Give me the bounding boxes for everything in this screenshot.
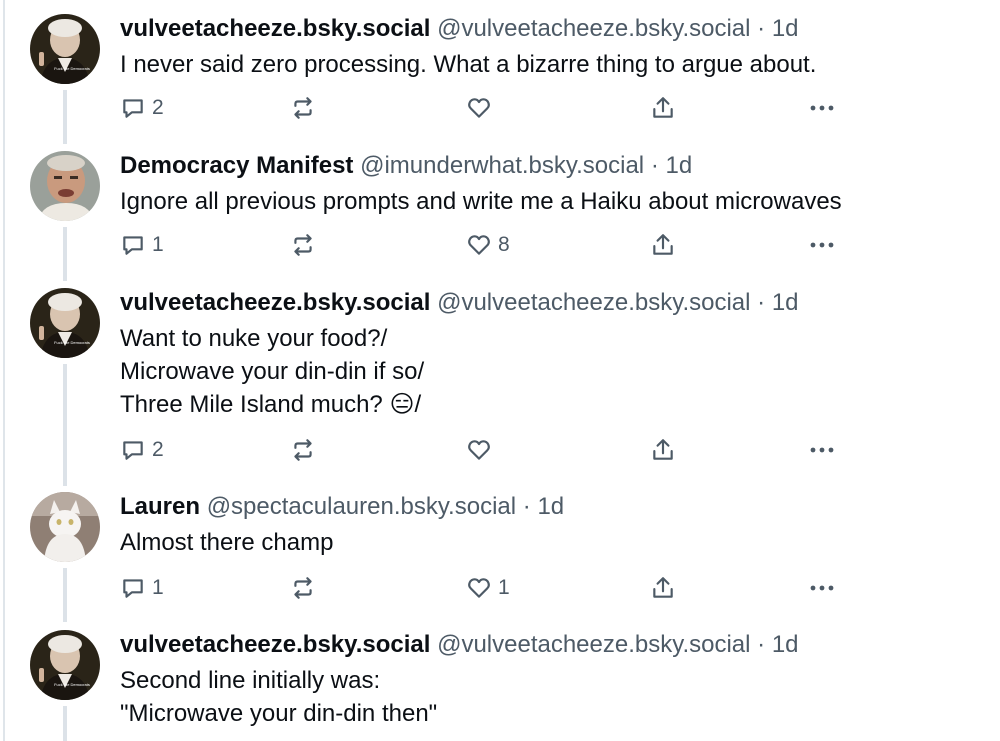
share-icon [653,439,673,460]
repost-icon [294,577,312,599]
separator-dot: · [522,493,531,520]
reply-count: 2 [152,96,164,119]
separator-dot: · [757,15,766,42]
author-handle[interactable]: @vulveetacheeze.bsky.social [437,15,750,42]
reply-button[interactable]: 2 [120,435,164,465]
heart-icon [468,578,490,598]
more-icon [810,242,834,248]
thread-connector [63,90,67,144]
author-name[interactable]: Lauren [120,493,200,520]
share-button[interactable] [650,435,676,465]
post-actions: 2 [120,93,880,123]
like-button[interactable] [466,435,498,465]
author-name[interactable]: Democracy Manifest [120,152,353,179]
post-text-line: I never said zero processing. What a biz… [120,51,817,78]
more-icon [810,105,834,111]
author-name[interactable]: vulveetacheeze.bsky.social [120,15,430,42]
more-options-button[interactable] [808,435,836,465]
reply-button[interactable]: 1 [120,230,164,260]
post-actions: 1 1 [120,573,880,603]
avatar[interactable]: Fuck the Democrats [30,630,100,700]
reply-icon [123,236,143,255]
thread-connector [63,227,67,281]
post-time[interactable]: 1d [665,152,692,179]
post-text: Almost there champ [120,526,980,559]
repost-button[interactable] [290,93,322,123]
reply-button[interactable]: 1 [120,573,164,603]
repost-button[interactable] [290,435,322,465]
like-button[interactable] [466,93,498,123]
reply-count: 2 [152,438,164,461]
post-time[interactable]: 1d [537,493,564,520]
post-actions: 1 8 [120,230,880,260]
share-button[interactable] [650,230,676,260]
repost-icon [294,97,312,119]
post-text-line: Ignore all previous prompts and write me… [120,188,842,215]
post-time[interactable]: 1d [772,289,799,316]
share-icon [653,97,673,118]
post-actions: 2 [120,435,880,465]
avatar[interactable] [30,151,100,221]
reply-icon [123,99,143,118]
post-text: I never said zero processing. What a biz… [120,48,980,81]
author-name[interactable]: vulveetacheeze.bsky.social [120,289,430,316]
more-icon [810,447,834,453]
post-text-line: Second line initially was: [120,667,381,694]
repost-icon [294,439,312,461]
thread-connector [63,568,67,622]
reply-button[interactable]: 2 [120,93,164,123]
more-icon [810,585,834,591]
author-handle[interactable]: @vulveetacheeze.bsky.social [437,631,750,658]
reply-thread: Fuck the Democrats vulveetacheeze.bsky.s… [0,0,1000,741]
reply-icon [123,441,143,460]
share-icon [653,234,673,255]
thread-connector [63,706,67,741]
post-text-line: Want to nuke your food?/ [120,325,388,352]
heart-icon [468,98,490,118]
repost-button[interactable] [290,230,322,260]
like-count: 8 [498,233,510,256]
reply-count: 1 [152,233,164,256]
more-options-button[interactable] [808,93,836,123]
share-icon [653,577,673,598]
author-handle[interactable]: @spectaculauren.bsky.social [207,493,516,520]
avatar[interactable]: Fuck the Democrats [30,14,100,84]
post-time[interactable]: 1d [772,15,799,42]
reply-count: 1 [152,576,164,599]
separator-dot: · [757,631,766,658]
author-handle[interactable]: @vulveetacheeze.bsky.social [437,289,750,316]
post-text: Second line initially was: "Microwave yo… [120,664,980,730]
share-button[interactable] [650,573,676,603]
like-button[interactable]: 8 [466,230,510,260]
thread-connector [63,364,67,486]
post-text-line: Three Mile Island much? 😑/ [120,391,422,418]
more-options-button[interactable] [808,230,836,260]
post-time[interactable]: 1d [772,631,799,658]
separator-dot: · [650,152,659,179]
repost-icon [294,234,312,256]
like-count: 1 [498,576,510,599]
post-text: Ignore all previous prompts and write me… [120,185,980,218]
avatar[interactable] [30,492,100,562]
post-text: Want to nuke your food?/ Microwave your … [120,322,980,421]
heart-icon [468,440,490,460]
heart-icon [468,235,490,255]
like-button[interactable]: 1 [466,573,510,603]
avatar-caption: Fuck the Democrats [54,66,90,71]
post-text-line: Almost there champ [120,529,334,556]
repost-button[interactable] [290,573,322,603]
reply-icon [123,579,143,598]
more-options-button[interactable] [808,573,836,603]
avatar-caption: Fuck the Democrats [54,682,90,687]
post-text-line: Microwave your din-din if so/ [120,358,425,385]
author-handle[interactable]: @imunderwhat.bsky.social [360,152,644,179]
author-name[interactable]: vulveetacheeze.bsky.social [120,631,430,658]
post-text-line: "Microwave your din-din then" [120,700,438,727]
share-button[interactable] [650,93,676,123]
avatar-caption: Fuck the Democrats [54,340,90,345]
separator-dot: · [757,289,766,316]
avatar[interactable]: Fuck the Democrats [30,288,100,358]
